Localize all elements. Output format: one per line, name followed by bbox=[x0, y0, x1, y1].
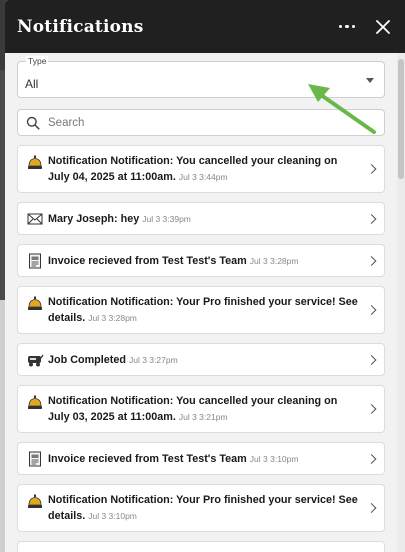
chevron-right-icon bbox=[366, 453, 377, 464]
vacuum-icon bbox=[26, 351, 44, 369]
notification-item[interactable]: Notification Notification: You cancelled… bbox=[17, 145, 385, 193]
notification-message: Invoice recieved from Test Test's Team bbox=[48, 452, 247, 465]
notification-time: Jul 3 3:28pm bbox=[249, 255, 299, 266]
notification-item[interactable]: Notification Notification: Your Pro fini… bbox=[17, 484, 385, 532]
bell-icon bbox=[26, 394, 44, 412]
notification-item[interactable]: Mary Joseph: hey Jul 3 3:39pm bbox=[17, 202, 385, 235]
notification-time: Jul 3 3:10pm bbox=[249, 453, 299, 464]
invoice-icon bbox=[26, 252, 44, 270]
notification-item[interactable] bbox=[17, 541, 385, 552]
type-filter-label: Type bbox=[26, 56, 49, 66]
search-box[interactable] bbox=[17, 109, 385, 136]
search-input[interactable] bbox=[48, 116, 376, 129]
notification-time: Jul 3 3:27pm bbox=[128, 354, 178, 365]
chevron-right-icon bbox=[366, 255, 377, 266]
search-icon bbox=[26, 116, 40, 130]
more-options-icon[interactable] bbox=[335, 15, 359, 39]
close-icon[interactable] bbox=[373, 17, 393, 37]
notification-time: Jul 3 3:39pm bbox=[142, 213, 191, 224]
chevron-right-icon bbox=[366, 404, 377, 414]
chevron-right-icon bbox=[366, 354, 377, 365]
chevron-right-icon bbox=[366, 164, 377, 174]
panel-header: Notifications bbox=[5, 0, 405, 53]
notification-time: Jul 3 3:10pm bbox=[88, 511, 137, 521]
notification-list: Notification Notification: You cancelled… bbox=[17, 145, 385, 552]
type-filter-select[interactable]: Type All bbox=[17, 56, 385, 98]
chevron-right-icon bbox=[366, 305, 377, 315]
panel-body: Type All Notification Notification: You … bbox=[5, 53, 397, 552]
notification-time: Jul 3 3:44pm bbox=[178, 172, 228, 182]
notification-message: Invoice recieved from Test Test's Team bbox=[48, 254, 247, 267]
bell-icon bbox=[26, 295, 44, 313]
panel-title: Notifications bbox=[17, 16, 144, 37]
chevron-right-icon bbox=[366, 213, 377, 224]
notification-item[interactable]: Job Completed Jul 3 3:27pm bbox=[17, 343, 385, 376]
scrollbar[interactable] bbox=[397, 53, 405, 552]
bell-icon bbox=[26, 493, 44, 511]
caret-down-icon bbox=[366, 78, 374, 83]
notification-item[interactable]: Notification Notification: Your Pro fini… bbox=[17, 286, 385, 334]
notification-message: Job Completed bbox=[48, 353, 126, 366]
notification-time: Jul 3 3:21pm bbox=[178, 412, 228, 422]
notification-item[interactable]: Invoice recieved from Test Test's Team Ju… bbox=[17, 442, 385, 475]
notifications-panel: Notifications Type All Notification Noti… bbox=[5, 0, 405, 552]
type-filter-value: All bbox=[25, 77, 39, 91]
notification-item[interactable]: Notification Notification: You cancelled… bbox=[17, 385, 385, 433]
notification-time: Jul 3 3:28pm bbox=[88, 313, 137, 323]
notification-message: Mary Joseph: hey bbox=[48, 212, 140, 225]
bell-icon bbox=[26, 154, 44, 172]
envelope-icon bbox=[26, 210, 44, 228]
notification-item[interactable]: Invoice recieved from Test Test's Team Ju… bbox=[17, 244, 385, 277]
invoice-icon bbox=[26, 450, 44, 468]
scrollbar-thumb[interactable] bbox=[398, 59, 404, 179]
chevron-right-icon bbox=[366, 503, 377, 513]
